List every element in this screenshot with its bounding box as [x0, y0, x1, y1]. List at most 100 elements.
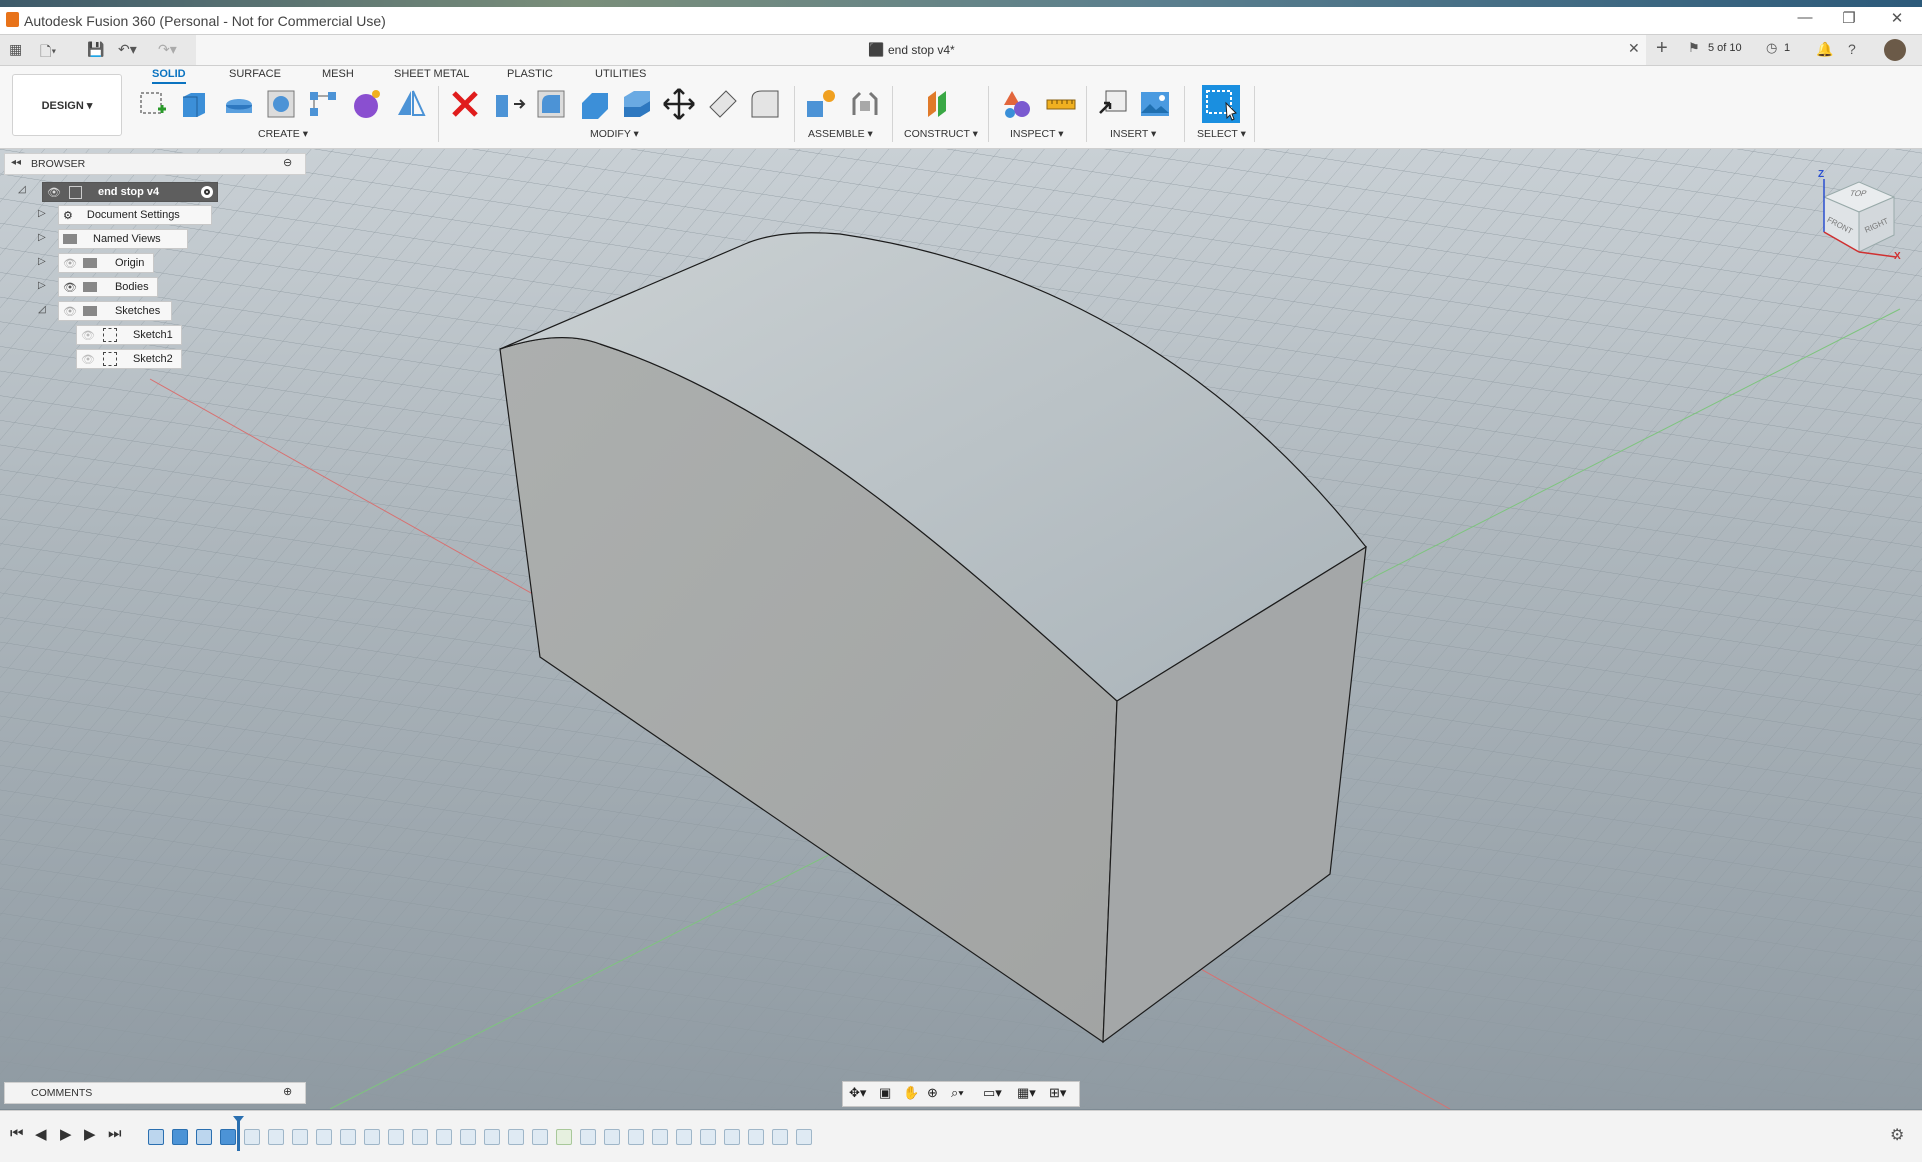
visibility-eye-icon[interactable]: 👁	[63, 281, 77, 294]
browser-pin-icon[interactable]: ⊖	[283, 156, 292, 169]
grid-and-model[interactable]	[0, 149, 1922, 1109]
activate-radio-icon[interactable]	[201, 186, 213, 198]
tree-expand-named-views[interactable]: ▷	[38, 231, 46, 243]
split-face-icon[interactable]	[706, 87, 740, 121]
tab-mesh[interactable]: MESH	[322, 68, 354, 80]
delete-icon[interactable]	[448, 87, 482, 121]
section-analysis-icon[interactable]	[1000, 87, 1034, 121]
pan-hand-icon[interactable]: ✋	[903, 1085, 919, 1101]
timeline-feature[interactable]	[460, 1129, 476, 1145]
new-tab-button[interactable]: +	[1656, 37, 1668, 60]
visibility-eye-hidden-icon[interactable]: 👁	[63, 305, 77, 318]
insert-derive-icon[interactable]	[1096, 87, 1130, 121]
browser-item-document-settings[interactable]: ⚙ Document Settings	[58, 205, 212, 225]
viewcube[interactable]: Z X TOP FRONT RIGHT	[1804, 167, 1904, 267]
timeline-feature[interactable]	[556, 1129, 572, 1145]
timeline-settings-gear-icon[interactable]: ⚙	[1890, 1125, 1904, 1145]
tree-expand-origin[interactable]: ▷	[38, 255, 46, 267]
timeline-feature[interactable]	[508, 1129, 524, 1145]
move-copy-icon[interactable]	[662, 87, 696, 121]
redo-icon[interactable]: ↷▾	[158, 41, 177, 58]
timeline-feature[interactable]	[436, 1129, 452, 1145]
revolve-icon[interactable]	[222, 87, 256, 121]
mirror-icon[interactable]	[394, 87, 428, 121]
timeline-feature[interactable]	[580, 1129, 596, 1145]
tab-solid[interactable]: SOLID	[152, 68, 186, 84]
timeline-play-icon[interactable]: ▶	[60, 1125, 72, 1143]
browser-item-sketch1[interactable]: 👁 Sketch1	[76, 325, 182, 345]
create-group-label[interactable]: CREATE ▾	[258, 128, 308, 140]
version-count[interactable]: 5 of 10	[1708, 42, 1742, 54]
split-body-icon[interactable]	[748, 87, 782, 121]
orbit-icon[interactable]: ✥▾	[849, 1085, 866, 1101]
assemble-group-label[interactable]: ASSEMBLE ▾	[808, 128, 873, 140]
timeline-feature[interactable]	[268, 1129, 284, 1145]
shell-icon[interactable]	[620, 87, 654, 121]
timeline-feature[interactable]	[388, 1129, 404, 1145]
fillet-icon[interactable]	[534, 87, 568, 121]
visibility-eye-hidden-icon[interactable]: 👁	[81, 353, 95, 366]
measure-icon[interactable]	[1044, 87, 1078, 121]
help-icon[interactable]: ?	[1848, 41, 1856, 57]
close-tab-button[interactable]: ✕	[1628, 40, 1640, 57]
timeline-feature[interactable]	[340, 1129, 356, 1145]
insert-canvas-icon[interactable]	[1138, 87, 1172, 121]
tab-plastic[interactable]: PLASTIC	[507, 68, 553, 80]
timeline-feature[interactable]	[652, 1129, 668, 1145]
undo-icon[interactable]: ↶▾	[118, 41, 137, 58]
rectangular-pattern-icon[interactable]	[306, 87, 340, 121]
extrude-icon[interactable]	[178, 87, 212, 121]
fit-zoom-window-icon[interactable]: ⌕▾	[951, 1085, 964, 1101]
collapse-browser-icon[interactable]: ◂◂	[11, 157, 21, 168]
timeline-step-back-icon[interactable]: ◀	[35, 1125, 47, 1143]
timeline-step-forward-icon[interactable]: ▶	[84, 1125, 96, 1143]
chamfer-icon[interactable]	[578, 87, 612, 121]
timeline-marker-handle-icon[interactable]	[233, 1116, 244, 1123]
timeline-feature[interactable]	[292, 1129, 308, 1145]
timeline-feature[interactable]	[676, 1129, 692, 1145]
press-pull-icon[interactable]	[492, 87, 526, 121]
timeline-feature[interactable]	[412, 1129, 428, 1145]
job-status-icon[interactable]: ◷	[1766, 40, 1777, 56]
timeline-feature-sketch1[interactable]	[148, 1129, 164, 1145]
timeline-feature[interactable]	[316, 1129, 332, 1145]
timeline-go-to-start-icon[interactable]: ⏮	[10, 1125, 24, 1142]
timeline-feature[interactable]	[748, 1129, 764, 1145]
visibility-eye-hidden-icon[interactable]: 👁	[63, 257, 77, 270]
inspect-group-label[interactable]: INSPECT ▾	[1010, 128, 1064, 140]
viewports-icon[interactable]: ⊞▾	[1049, 1085, 1066, 1101]
tree-expand-bodies[interactable]: ▷	[38, 279, 46, 291]
timeline-feature[interactable]	[484, 1129, 500, 1145]
browser-item-bodies[interactable]: 👁 Bodies	[58, 277, 158, 297]
avatar[interactable]	[1884, 39, 1906, 61]
timeline-feature-sketch2[interactable]	[196, 1129, 212, 1145]
timeline-feature[interactable]	[724, 1129, 740, 1145]
insert-group-label[interactable]: INSERT ▾	[1110, 128, 1156, 140]
offset-plane-icon[interactable]	[922, 87, 956, 121]
select-icon[interactable]	[1202, 85, 1240, 123]
timeline-feature[interactable]	[532, 1129, 548, 1145]
visibility-eye-icon[interactable]: 👁	[47, 186, 61, 199]
tree-expand-document-settings[interactable]: ▷	[38, 207, 46, 219]
timeline-feature-extrude2[interactable]	[220, 1129, 236, 1145]
joint-icon[interactable]	[848, 87, 882, 121]
tab-sheet-metal[interactable]: SHEET METAL	[394, 68, 469, 80]
modify-group-label[interactable]: MODIFY ▾	[590, 128, 639, 140]
timeline-feature[interactable]	[772, 1129, 788, 1145]
workspace-switcher-button[interactable]: DESIGN ▾	[12, 74, 122, 136]
add-comment-icon[interactable]: ⊕	[283, 1085, 292, 1098]
create-sketch-icon[interactable]	[136, 87, 170, 121]
visibility-eye-hidden-icon[interactable]: 👁	[81, 329, 95, 342]
notifications-bell-icon[interactable]: 🔔	[1816, 41, 1833, 58]
browser-item-sketch2[interactable]: 👁 Sketch2	[76, 349, 182, 369]
select-group-label[interactable]: SELECT ▾	[1197, 128, 1246, 140]
grid-snaps-icon[interactable]: ▦▾	[1017, 1085, 1036, 1101]
file-menu-icon[interactable]: 🗋▾	[40, 41, 56, 65]
timeline-feature[interactable]	[628, 1129, 644, 1145]
minimize-button[interactable]: —	[1790, 9, 1820, 26]
tree-collapse-sketches[interactable]: ◿	[38, 303, 46, 315]
look-at-icon[interactable]: ▣	[879, 1085, 891, 1101]
timeline-feature[interactable]	[244, 1129, 260, 1145]
timeline-marker[interactable]	[237, 1119, 240, 1151]
tab-utilities[interactable]: UTILITIES	[595, 68, 646, 80]
